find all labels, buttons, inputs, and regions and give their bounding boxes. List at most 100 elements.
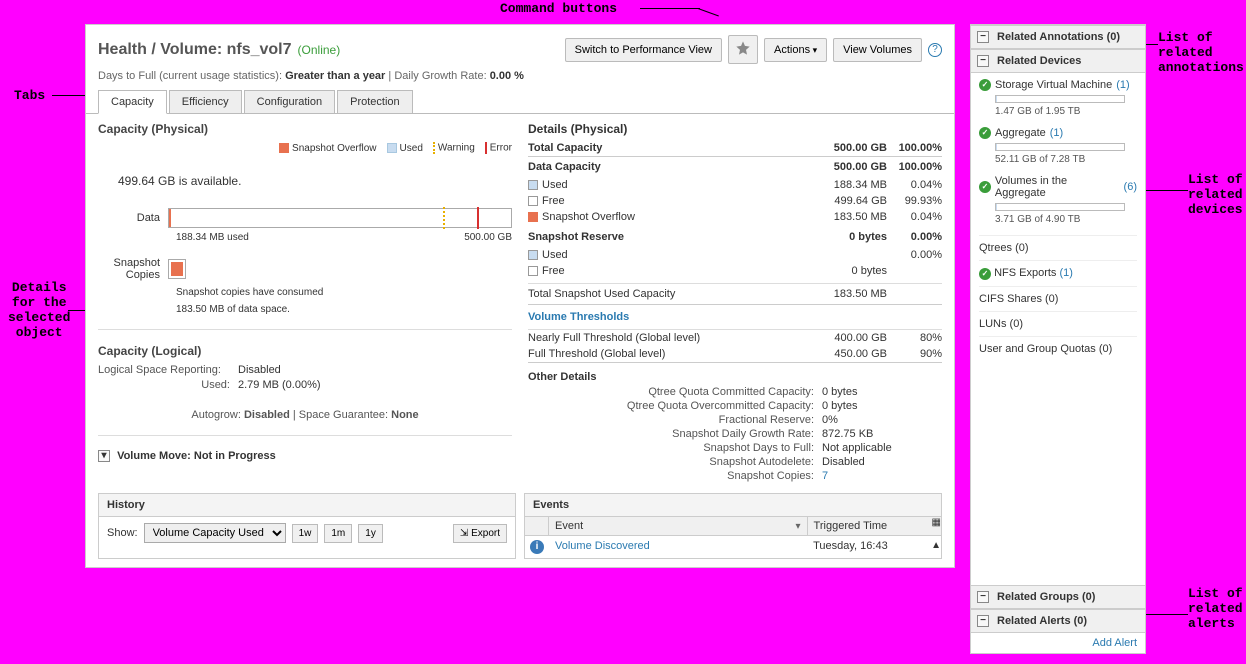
header: Health / Volume: nfs_vol7 (Online) Switc… [86, 25, 954, 68]
det-dc: Data Capacity500.00 GB100.00% [528, 159, 942, 175]
events-col-time[interactable]: Triggered Time [814, 520, 888, 532]
help-icon[interactable]: ? [928, 43, 942, 57]
events-title: Events [525, 494, 941, 517]
add-alert-link[interactable]: Add Alert [1092, 637, 1137, 649]
collapse-icon[interactable]: − [977, 31, 989, 43]
filter-icon[interactable]: ▾ [796, 521, 801, 532]
det-nf-v1: 400.00 GB [817, 332, 887, 344]
annotation-details: Details for the selected object [8, 280, 70, 340]
related-groups-header[interactable]: −Related Groups (0) [971, 585, 1145, 609]
annotation-cmd: Command buttons [500, 1, 617, 16]
scroll-up-icon[interactable]: ▲ [931, 540, 941, 554]
snap-bar-fill [171, 262, 183, 276]
available-text: 499.64 GB is available. [118, 174, 512, 188]
data-bar-overflow [169, 209, 171, 227]
det-sr-used: Used0.00% [528, 247, 942, 263]
det-dc-used: Used188.34 MB0.04% [528, 177, 942, 193]
snap-bar-label: Snapshot Copies [98, 257, 168, 281]
det-ft-l: Full Threshold (Global level) [528, 348, 817, 360]
rd-svm-fill [996, 96, 997, 102]
legend-warning: Warning [438, 143, 475, 154]
det-dc-ov-l: Snapshot Overflow [542, 211, 635, 223]
det-sr-free-l: Free [542, 265, 565, 277]
history-select[interactable]: Volume Capacity Used [144, 523, 286, 543]
legend-overflow: Snapshot Overflow [292, 143, 377, 154]
collapse-icon[interactable]: − [977, 615, 989, 627]
ok-icon: ✓ [979, 181, 991, 193]
od-qoc-k: Qtree Quota Overcommitted Capacity: [528, 400, 822, 412]
det-dc-free-v2: 99.93% [887, 195, 942, 207]
annotation-rel-annot: List of related annotations [1158, 30, 1244, 75]
star-icon [735, 40, 751, 56]
det-total-v2: 100.00% [887, 142, 942, 154]
det-dc-free-l: Free [542, 195, 565, 207]
rd-agg-fill [996, 144, 997, 150]
column-picker-icon[interactable]: ▦ [932, 517, 941, 535]
history-1m-button[interactable]: 1m [324, 524, 352, 543]
det-sr-l: Snapshot Reserve [528, 231, 624, 243]
legend-error: Error [490, 143, 512, 154]
ok-icon: ✓ [979, 79, 991, 91]
tab-efficiency[interactable]: Efficiency [169, 90, 242, 114]
legend-used: Used [400, 143, 423, 154]
rd-via-fill [996, 204, 997, 210]
tab-configuration[interactable]: Configuration [244, 90, 335, 114]
view-volumes-button[interactable]: View Volumes [833, 38, 922, 62]
tab-bar: Capacity Efficiency Configuration Protec… [98, 90, 954, 114]
export-button[interactable]: ⇲ Export [453, 524, 507, 543]
volume-thresholds-link[interactable]: Volume Thresholds [528, 311, 942, 323]
rd-qtrees[interactable]: Qtrees (0) [979, 235, 1137, 260]
annotation-tabs: Tabs [14, 88, 45, 103]
rd-cifs[interactable]: CIFS Shares (0) [979, 286, 1137, 311]
history-1y-button[interactable]: 1y [358, 524, 383, 543]
related-devices-text: Related Devices [997, 55, 1081, 67]
rd-via-t: 3.71 GB of 4.90 TB [995, 214, 1137, 225]
growth-label: | Daily Growth Rate: [388, 70, 489, 82]
od-title: Other Details [528, 371, 942, 383]
volume-move-row: ▾ Volume Move: Not in Progress [98, 450, 512, 462]
related-alerts-header[interactable]: −Related Alerts (0) [971, 609, 1145, 633]
det-tsuc-l: Total Snapshot Used Capacity [528, 288, 817, 300]
details-col: Details (Physical) Total Capacity500.00 … [528, 122, 942, 483]
det-dc-ov-v1: 183.50 MB [817, 211, 887, 223]
rd-nfs-c[interactable]: (1) [1059, 267, 1072, 279]
main-panel: Health / Volume: nfs_vol7 (Online) Switc… [85, 24, 955, 568]
od-qcc-v: 0 bytes [822, 386, 942, 398]
favorite-button[interactable] [728, 35, 758, 64]
events-col-event[interactable]: Event [555, 520, 583, 532]
switch-perf-button[interactable]: Switch to Performance View [565, 38, 722, 62]
page-title: Health / Volume: nfs_vol7 [98, 41, 292, 59]
tab-capacity[interactable]: Capacity [98, 90, 167, 114]
event-name[interactable]: Volume Discovered [549, 540, 807, 554]
divider [98, 329, 512, 330]
sub-header: Days to Full (current usage statistics):… [86, 68, 954, 90]
tab-protection[interactable]: Protection [337, 90, 413, 114]
annotation-rel-alerts: List of related alerts [1188, 586, 1243, 631]
det-sr-v1: 0 bytes [817, 231, 887, 243]
history-1w-button[interactable]: 1w [292, 524, 319, 543]
related-devices-header[interactable]: −Related Devices [971, 49, 1145, 73]
swatch-used-sm [528, 180, 538, 190]
rd-svm-c[interactable]: (1) [1116, 79, 1129, 91]
od-sdgr: Snapshot Daily Growth Rate:872.75 KB [528, 427, 942, 441]
od-sc-v[interactable]: 7 [822, 470, 942, 482]
snap-bar [168, 259, 186, 279]
collapse-icon[interactable]: − [977, 591, 989, 603]
rd-via-c[interactable]: (6) [1124, 181, 1137, 193]
annotation-line [640, 8, 700, 9]
volume-move-text: Volume Move: Not in Progress [117, 450, 276, 462]
rd-nfs[interactable]: ✓ NFS Exports (1) [979, 260, 1137, 286]
collapse-icon[interactable]: − [977, 55, 989, 67]
rd-agg-c[interactable]: (1) [1050, 127, 1063, 139]
space-g-label: Space Guarantee: [299, 409, 391, 421]
cap-phys-title: Capacity (Physical) [98, 122, 512, 136]
actions-button[interactable]: Actions [764, 38, 827, 62]
rd-luns[interactable]: LUNs (0) [979, 311, 1137, 336]
related-annotations-header[interactable]: −Related Annotations (0) [971, 25, 1145, 49]
od-fr-k: Fractional Reserve: [528, 414, 822, 426]
rd-ugq[interactable]: User and Group Quotas (0) [979, 336, 1137, 361]
od-sad-v: Disabled [822, 456, 942, 468]
expand-icon[interactable]: ▾ [98, 450, 110, 462]
event-row[interactable]: i Volume Discovered Tuesday, 16:43 ▲ [525, 536, 941, 558]
events-panel: Events Event ▾ Triggered Time ▦ i Volume … [524, 493, 942, 559]
